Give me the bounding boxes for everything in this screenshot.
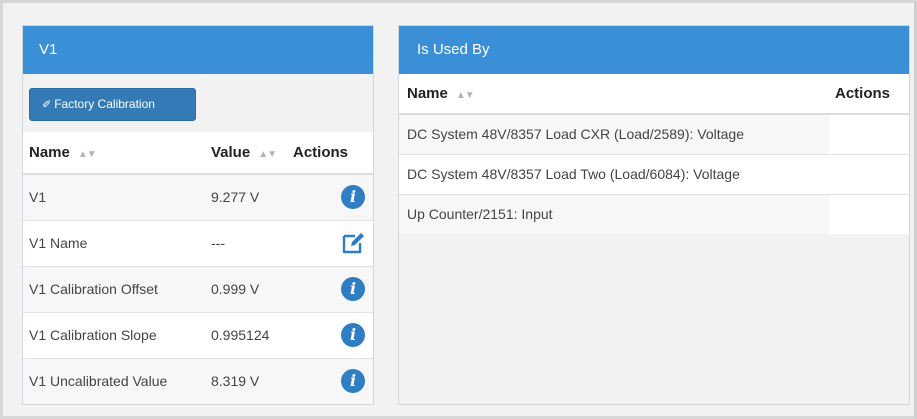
is-used-by-table: Name ▲▼ Actions DC System 48V/8357 Load C… — [399, 74, 909, 234]
table-row: V1 Uncalibrated Value 8.319 V i — [23, 357, 373, 404]
is-used-by-title: Is Used By — [399, 26, 909, 74]
row-value: 9.277 V — [203, 173, 293, 220]
table-header-row: Name ▲▼ Value ▲▼ Actions — [23, 132, 373, 175]
row-name: V1 Calibration Offset — [23, 265, 203, 312]
name-column-header[interactable]: Name ▲▼ — [23, 132, 203, 175]
row-value: --- — [203, 219, 293, 266]
table-row: DC System 48V/8357 Load CXR (Load/2589):… — [399, 113, 909, 154]
name-header-label: Name — [29, 144, 70, 161]
table-row: V1 Calibration Offset 0.999 V i — [23, 265, 373, 312]
table-row: V1 Calibration Slope 0.995124 i — [23, 311, 373, 358]
row-value: 8.319 V — [203, 357, 293, 404]
info-icon[interactable]: i — [341, 277, 365, 301]
used-by-link[interactable]: Up Counter/2151: Input — [399, 193, 829, 234]
sort-icon: ▲▼ — [77, 149, 97, 160]
name-header-label: Name — [407, 85, 448, 102]
value-column-header[interactable]: Value ▲▼ — [203, 132, 293, 175]
used-by-link[interactable]: DC System 48V/8357 Load Two (Load/6084):… — [399, 153, 829, 194]
row-value: 0.999 V — [203, 265, 293, 312]
actions-column-header: Actions — [829, 74, 909, 115]
table-row: V1 9.277 V i — [23, 173, 373, 220]
table-row: DC System 48V/8357 Load Two (Load/6084):… — [399, 153, 909, 194]
info-icon[interactable]: i — [341, 369, 365, 394]
table-row: V1 Name --- — [23, 219, 373, 266]
v1-toolbar: ✐ Factory Calibration — [23, 74, 373, 132]
table-row: Up Counter/2151: Input — [399, 193, 909, 234]
magic-wand-icon: ✐ — [42, 99, 52, 111]
info-icon[interactable]: i — [341, 185, 365, 210]
row-name: V1 Name — [23, 219, 203, 266]
value-header-label: Value — [211, 144, 251, 161]
v1-properties-table: Name ▲▼ Value ▲▼ Actions V1 9.277 V i V1 N… — [23, 132, 373, 404]
info-icon[interactable]: i — [341, 323, 365, 347]
actions-column-header: Actions — [293, 132, 373, 175]
factory-calibration-label: Factory Calibration — [54, 97, 155, 111]
row-name: V1 Uncalibrated Value — [23, 357, 203, 404]
edit-icon[interactable] — [341, 231, 365, 255]
table-header-row: Name ▲▼ Actions — [399, 74, 909, 115]
v1-panel: V1 ✐ Factory Calibration Name ▲▼ Value ▲▼ A… — [22, 25, 374, 405]
used-by-link[interactable]: DC System 48V/8357 Load CXR (Load/2589):… — [399, 113, 829, 154]
row-value: 0.995124 — [203, 311, 293, 358]
name-column-header[interactable]: Name ▲▼ — [399, 74, 829, 115]
row-name: V1 Calibration Slope — [23, 311, 203, 358]
sort-icon: ▲▼ — [258, 149, 277, 160]
row-name: V1 — [23, 173, 203, 220]
factory-calibration-button[interactable]: ✐ Factory Calibration — [29, 88, 196, 121]
is-used-by-panel: Is Used By Name ▲▼ Actions DC System 48V/… — [398, 25, 910, 405]
v1-panel-title: V1 — [23, 26, 373, 74]
sort-icon: ▲▼ — [455, 90, 475, 101]
